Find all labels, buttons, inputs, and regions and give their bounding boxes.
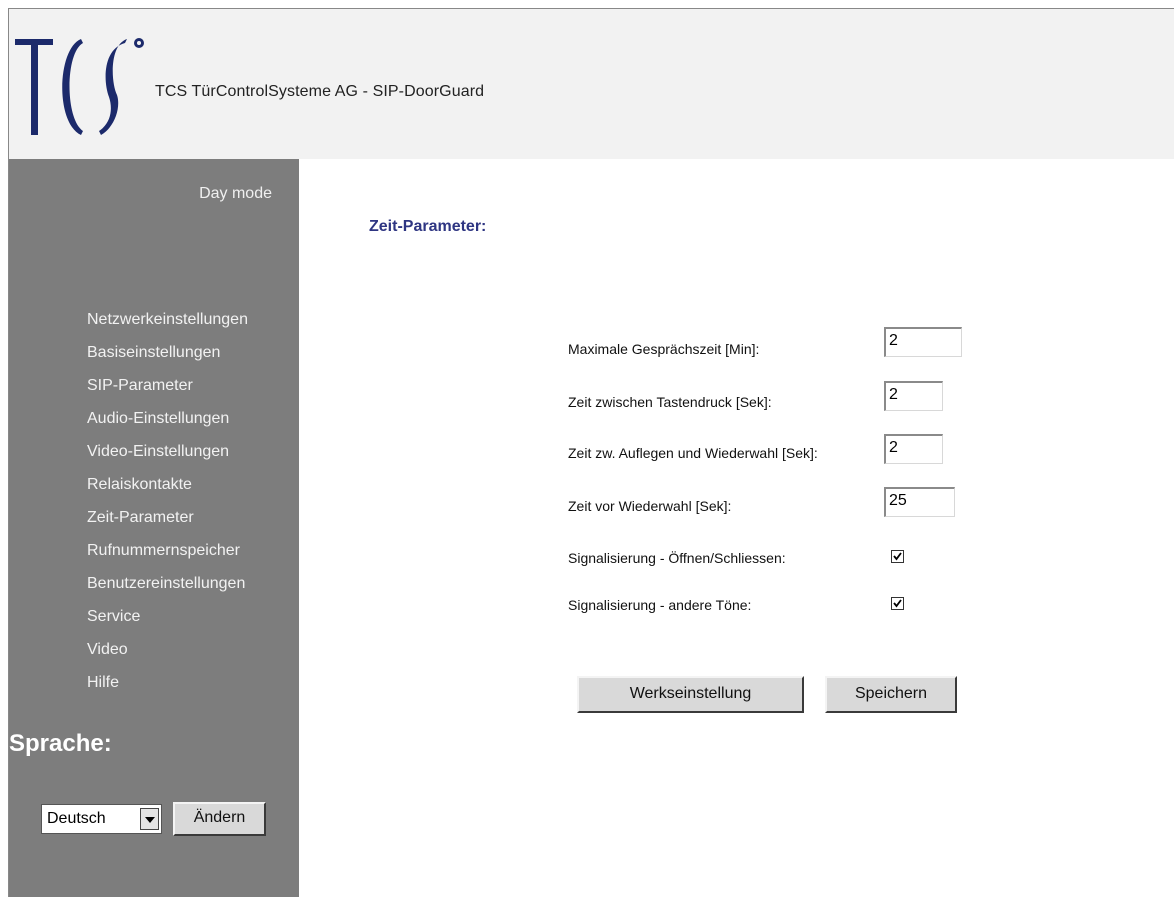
nav-item-video-einstellungen[interactable]: Video-Einstellungen [87, 442, 248, 475]
nav-item-basiseinstellungen[interactable]: Basiseinstellungen [87, 343, 248, 376]
nav-item-audio-einstellungen[interactable]: Audio-Einstellungen [87, 409, 248, 442]
nav-item-sip-parameter[interactable]: SIP-Parameter [87, 376, 248, 409]
change-language-button[interactable]: Ändern [173, 802, 266, 836]
key-press-interval-label: Zeit zwischen Tastendruck [Sek]: [568, 394, 772, 410]
signal-other-tones-checkbox[interactable] [891, 597, 904, 610]
language-selected-value: Deutsch [47, 810, 106, 827]
pre-redial-time-label: Zeit vor Wiederwahl [Sek]: [568, 498, 732, 514]
nav-item-video[interactable]: Video [87, 640, 248, 673]
sidebar: Day mode Netzwerkeinstellungen Basiseins… [9, 159, 299, 897]
signal-other-tones-label: Signalisierung - andere Töne: [568, 597, 752, 613]
nav-item-benutzereinstellungen[interactable]: Benutzereinstellungen [87, 574, 248, 607]
redial-delay-label: Zeit zw. Auflegen und Wiederwahl [Sek]: [568, 445, 818, 461]
nav-item-relaiskontakte[interactable]: Relaiskontakte [87, 475, 248, 508]
app-title: TCS TürControlSysteme AG - SIP-DoorGuard [155, 83, 485, 100]
section-title: Zeit-Parameter: [369, 218, 487, 235]
checkmark-icon [893, 552, 902, 561]
chevron-down-icon[interactable] [140, 808, 159, 830]
factory-reset-button[interactable]: Werkseinstellung [577, 676, 804, 713]
signal-open-close-checkbox[interactable] [891, 550, 904, 563]
max-call-time-label: Maximale Gesprächszeit [Min]: [568, 341, 760, 357]
nav-item-rufnummernspeicher[interactable]: Rufnummernspeicher [87, 541, 248, 574]
redial-delay-input[interactable]: 2 [884, 434, 943, 464]
key-press-interval-input[interactable]: 2 [884, 381, 943, 411]
mode-label: Day mode [199, 185, 272, 202]
tcs-logo [15, 23, 155, 141]
pre-redial-time-input[interactable]: 25 [884, 487, 955, 517]
checkmark-icon [893, 599, 902, 608]
nav-item-netzwerkeinstellungen[interactable]: Netzwerkeinstellungen [87, 310, 248, 343]
sidebar-nav: Netzwerkeinstellungen Basiseinstellungen… [87, 310, 248, 706]
language-heading: Sprache: [9, 730, 112, 757]
nav-item-service[interactable]: Service [87, 607, 248, 640]
save-button[interactable]: Speichern [825, 676, 957, 713]
language-select[interactable]: Deutsch [41, 804, 162, 834]
nav-item-zeit-parameter[interactable]: Zeit-Parameter [87, 508, 248, 541]
nav-item-hilfe[interactable]: Hilfe [87, 673, 248, 706]
signal-open-close-label: Signalisierung - Öffnen/Schliessen: [568, 550, 786, 566]
header-bar: TCS TürControlSysteme AG - SIP-DoorGuard [9, 9, 1174, 159]
max-call-time-input[interactable]: 2 [884, 327, 962, 357]
